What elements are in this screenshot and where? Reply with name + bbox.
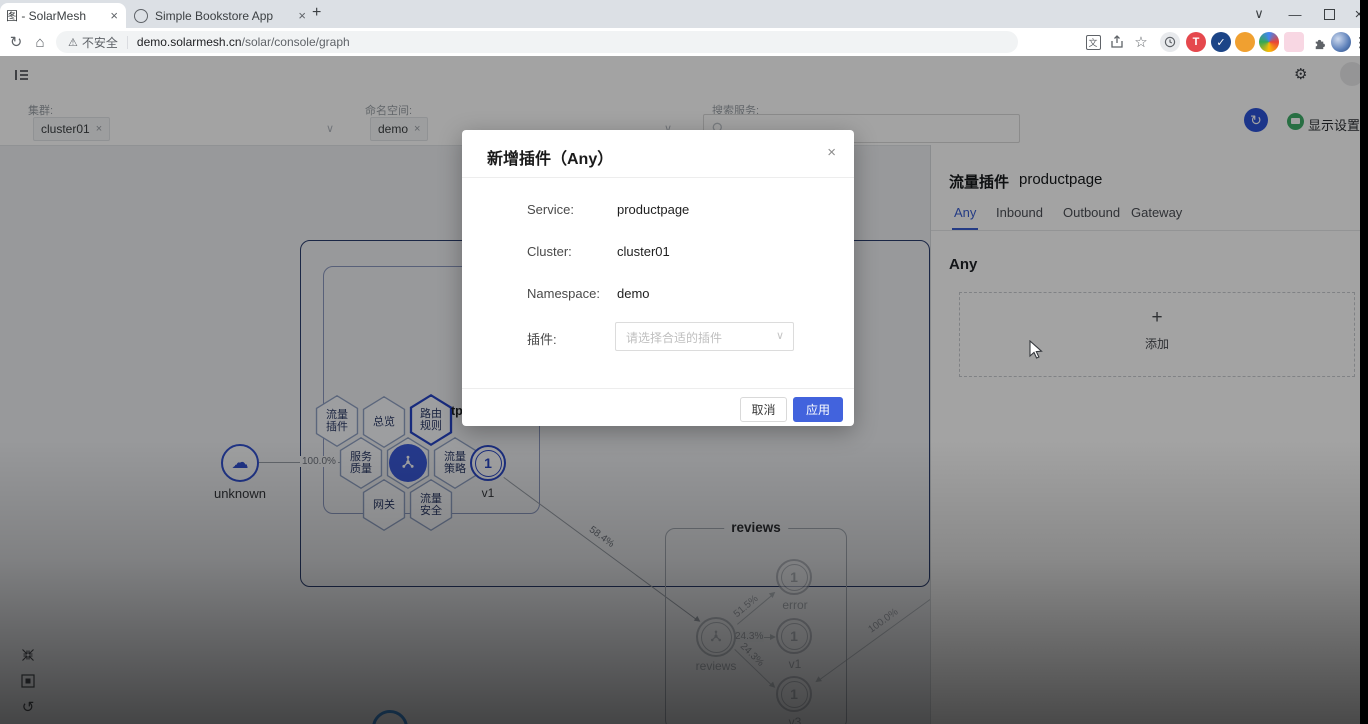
window-minimize-button[interactable]: — bbox=[1280, 0, 1310, 28]
url-path: /solar/console/graph bbox=[242, 35, 350, 49]
namespace-label: Namespace: bbox=[527, 286, 600, 301]
add-plugin-modal: 新增插件（Any） × Service: productpage Cluster… bbox=[462, 130, 854, 426]
modal-header: 新增插件（Any） × bbox=[462, 130, 854, 178]
chevron-down-icon: ∨ bbox=[776, 329, 784, 342]
extension-colorwheel-icon[interactable] bbox=[1259, 32, 1279, 52]
url-host: demo.solarmesh.cn bbox=[137, 35, 242, 49]
service-label: Service: bbox=[527, 202, 574, 217]
plugin-select[interactable]: 请选择合适的插件 ∨ bbox=[615, 322, 794, 351]
cluster-label: Cluster: bbox=[527, 244, 572, 259]
extension-clock-icon[interactable] bbox=[1160, 32, 1180, 52]
window-restore-button[interactable] bbox=[1314, 0, 1344, 28]
tab-favicon bbox=[134, 9, 148, 23]
screen-edge-bar bbox=[1360, 0, 1368, 724]
extension-pumpkin-icon[interactable] bbox=[1235, 32, 1255, 52]
plugin-select-placeholder: 请选择合适的插件 bbox=[626, 329, 722, 346]
url-divider bbox=[127, 36, 128, 49]
apply-button[interactable]: 应用 bbox=[793, 397, 843, 422]
profile-avatar[interactable] bbox=[1331, 32, 1351, 52]
tab-search-chevron-icon[interactable]: ∨ bbox=[1244, 0, 1274, 28]
tab-title: Simple Bookstore App bbox=[155, 9, 273, 23]
namespace-value: demo bbox=[617, 286, 650, 301]
service-value: productpage bbox=[617, 202, 689, 217]
extension-check-icon[interactable]: ✓ bbox=[1211, 32, 1231, 52]
screen: 图 - SolarMesh × Simple Bookstore App × +… bbox=[0, 0, 1368, 724]
browser-tab-bookstore[interactable]: Simple Bookstore App × bbox=[126, 3, 314, 28]
home-icon[interactable]: ⌂ bbox=[28, 28, 52, 56]
url-box[interactable]: ⚠ 不安全 demo.solarmesh.cn /solar/console/g… bbox=[56, 31, 1018, 53]
extension-pink-icon[interactable] bbox=[1284, 32, 1304, 52]
clock-glyph bbox=[1164, 36, 1176, 48]
extension-t-icon[interactable]: T bbox=[1186, 32, 1206, 52]
cancel-button[interactable]: 取消 bbox=[740, 397, 787, 422]
tab-close-icon[interactable]: × bbox=[102, 8, 126, 23]
not-secure-label: 不安全 bbox=[82, 34, 118, 51]
extensions-puzzle-icon[interactable] bbox=[1308, 28, 1330, 56]
not-secure-warning-icon: ⚠ bbox=[68, 36, 78, 49]
tab-title: 图 - SolarMesh bbox=[6, 7, 86, 24]
modal-close-icon[interactable]: × bbox=[827, 144, 836, 161]
browser-tab-solarmesh[interactable]: 图 - SolarMesh × bbox=[0, 3, 126, 28]
cluster-value: cluster01 bbox=[617, 244, 670, 259]
puzzle-glyph bbox=[1312, 35, 1327, 50]
modal-footer: 取消 应用 bbox=[462, 388, 854, 427]
mouse-cursor bbox=[1028, 340, 1044, 365]
browser-tab-strip: 图 - SolarMesh × Simple Bookstore App × +… bbox=[0, 0, 1368, 28]
tab-close-icon[interactable]: × bbox=[290, 8, 314, 23]
browser-address-bar: ↻ ⌂ ⚠ 不安全 demo.solarmesh.cn /solar/conso… bbox=[0, 28, 1368, 57]
bookmark-star-icon[interactable]: ☆ bbox=[1130, 28, 1152, 56]
plugin-label: 插件: bbox=[527, 329, 557, 348]
restore-icon bbox=[1324, 9, 1335, 20]
translate-icon[interactable]: 文 bbox=[1082, 28, 1104, 56]
share-icon[interactable] bbox=[1106, 28, 1128, 56]
reload-icon[interactable]: ↻ bbox=[4, 28, 28, 56]
new-tab-button[interactable]: + bbox=[312, 4, 321, 22]
modal-title: 新增插件（Any） bbox=[487, 145, 613, 169]
share-glyph bbox=[1110, 35, 1124, 49]
